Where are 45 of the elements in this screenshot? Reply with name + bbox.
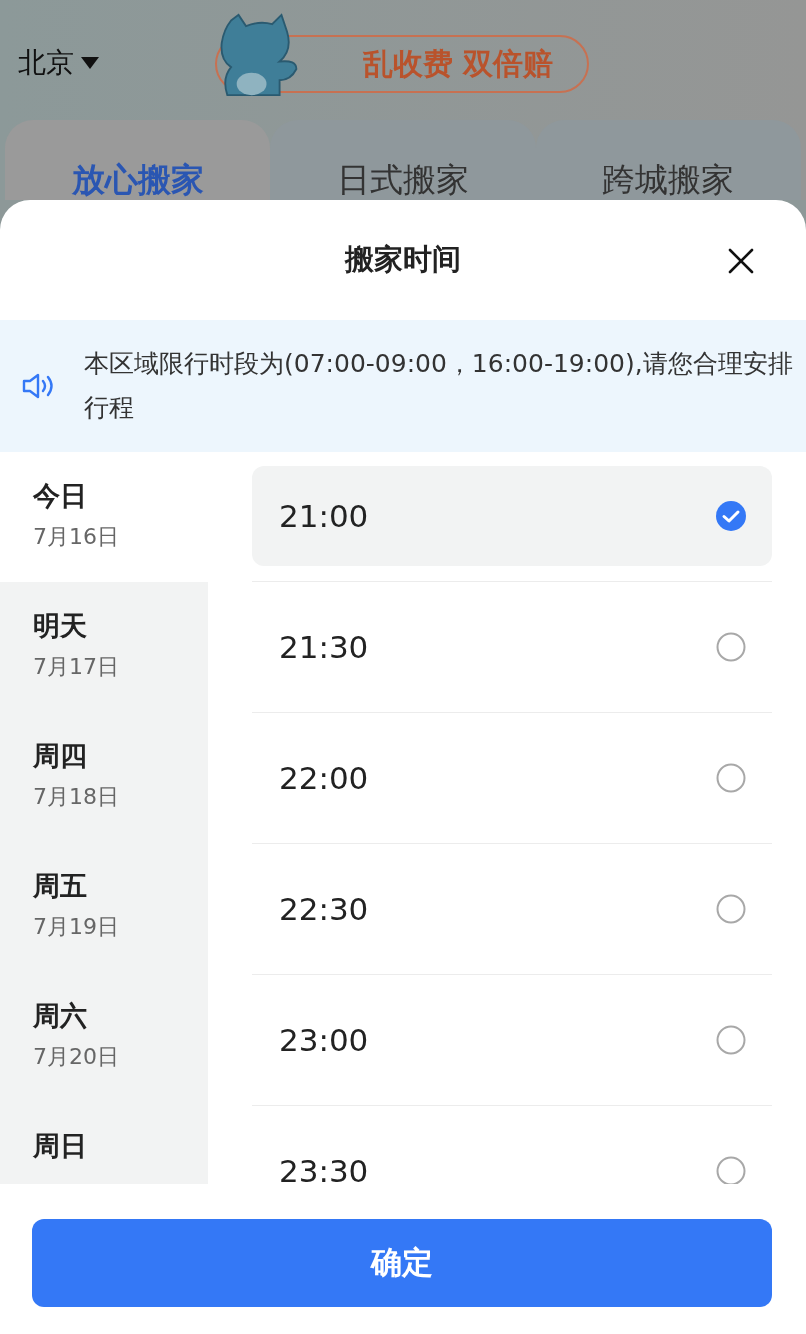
time-label: 21:30	[279, 629, 369, 665]
service-tab[interactable]: 跨城搬家	[535, 120, 801, 200]
checked-radio-icon[interactable]	[716, 501, 746, 531]
time-label: 22:00	[279, 760, 369, 796]
day-label: 周五	[33, 869, 88, 903]
day-item[interactable]: 今日 7月16日	[0, 452, 208, 582]
close-icon[interactable]	[728, 248, 754, 274]
time-label: 22:30	[279, 891, 369, 927]
city-selector[interactable]: 北京	[18, 44, 100, 82]
day-date: 7月17日	[33, 653, 120, 681]
time-option[interactable]: 21:30	[252, 597, 772, 697]
day-date: 7月20日	[33, 1043, 120, 1071]
day-label: 周日	[33, 1129, 88, 1163]
day-label: 周四	[33, 739, 88, 773]
time-option[interactable]: 22:00	[252, 728, 772, 828]
time-option[interactable]: 23:00	[252, 990, 772, 1090]
day-item[interactable]: 周五 7月19日	[0, 842, 208, 972]
caret-icon	[80, 56, 100, 70]
sheet-title: 搬家时间	[345, 241, 461, 278]
day-date: 7月19日	[33, 913, 120, 941]
time-label: 23:30	[279, 1153, 369, 1184]
day-label: 周六	[33, 999, 88, 1033]
radio-icon[interactable]	[716, 1025, 746, 1055]
time-label: 23:00	[279, 1022, 369, 1058]
day-item[interactable]: 周六 7月20日	[0, 972, 208, 1102]
day-date: 7月16日	[33, 523, 120, 551]
time-option[interactable]: 23:30	[252, 1121, 772, 1184]
day-label: 今日	[33, 479, 88, 513]
radio-icon[interactable]	[716, 632, 746, 662]
day-item[interactable]: 明天 7月17日	[0, 582, 208, 712]
day-item[interactable]: 周四 7月18日	[0, 712, 208, 842]
service-tab[interactable]: 日式搬家	[270, 120, 536, 200]
speaker-icon	[22, 373, 56, 399]
radio-icon[interactable]	[716, 1156, 746, 1184]
confirm-button[interactable]: 确定	[32, 1219, 772, 1307]
radio-icon[interactable]	[716, 894, 746, 924]
promo-text: 乱收费 双倍赔	[362, 44, 553, 83]
time-option[interactable]: 22:30	[252, 859, 772, 959]
radio-icon[interactable]	[716, 763, 746, 793]
day-label: 明天	[33, 609, 88, 643]
time-label: 21:00	[279, 498, 369, 534]
notice-text: 本区域限行时段为(07:00-09:00，16:00-19:00),请您合理安排行程	[84, 348, 794, 424]
day-item[interactable]: 周日	[0, 1102, 208, 1184]
day-date: 7月18日	[33, 783, 120, 811]
time-option[interactable]: 21:00	[252, 466, 772, 566]
